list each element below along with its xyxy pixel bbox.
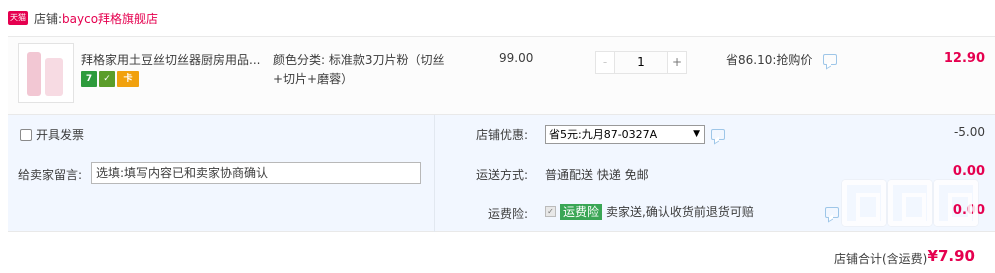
tmall-icon: 天猫 bbox=[8, 11, 28, 25]
invoice-checkbox[interactable] bbox=[20, 128, 32, 141]
quantity-increase-button[interactable]: + bbox=[667, 51, 687, 74]
shipping-label: 运送方式: bbox=[476, 168, 529, 182]
quantity-stepper: - 1 + bbox=[595, 51, 687, 74]
order-item-row: 拜格家用土豆丝切丝器厨房用品... 7 ✓ 卡 颜色分类: 标准款3刀片粉（切丝… bbox=[8, 36, 995, 114]
shipping-method: 普通配送 快递 免邮 bbox=[545, 168, 649, 182]
message-to-seller-input[interactable]: 选填:填写内容已和卖家协商确认 bbox=[91, 162, 421, 184]
invoice-option: 开具发票 bbox=[20, 126, 84, 143]
discount-info: 省86.10:抢购价 bbox=[726, 53, 813, 67]
product-image-part bbox=[45, 58, 63, 96]
insurance-checkbox[interactable]: ✓ bbox=[545, 206, 556, 217]
insurance-tag: 运费险 bbox=[560, 203, 603, 220]
product-title-link[interactable]: 拜格家用土豆丝切丝器厨房用品... bbox=[81, 51, 266, 68]
invoice-label: 开具发票 bbox=[36, 128, 85, 142]
insurance-option: ✓ 运费险 卖家送,确认收货前退货可赔 bbox=[545, 203, 754, 220]
sku-info: 颜色分类: 标准款3刀片粉（切丝+切片+磨蓉） bbox=[273, 51, 458, 89]
quantity-input[interactable]: 1 bbox=[615, 51, 667, 74]
shop-name-link[interactable]: bayco拜格旗舰店 bbox=[62, 10, 158, 27]
product-image-part bbox=[27, 52, 41, 96]
product-thumbnail[interactable] bbox=[18, 43, 74, 103]
insurance-desc: 卖家送,确认收货前退货可赔 bbox=[606, 205, 754, 219]
guarantee-icon[interactable]: ✓ bbox=[99, 71, 115, 87]
item-subtotal: 12.90 bbox=[943, 51, 985, 66]
unit-price: 99.00 bbox=[499, 51, 534, 65]
panel-divider bbox=[434, 115, 435, 233]
shop-label: 店铺: bbox=[34, 11, 63, 26]
order-confirm-page: 天猫 店铺: bayco拜格旗舰店 拜格家用土豆丝切丝器厨房用品... 7 ✓ … bbox=[0, 0, 995, 273]
coupon-label: 店铺优惠: bbox=[476, 128, 529, 142]
watermark-logo bbox=[842, 180, 978, 226]
message-label: 给卖家留言: bbox=[18, 168, 83, 182]
seven-day-return-icon[interactable]: 7 bbox=[81, 71, 97, 87]
coupon-amount: -5.00 bbox=[953, 125, 985, 139]
shop-header: 天猫 店铺: bayco拜格旗舰店 bbox=[0, 0, 995, 36]
quantity-decrease-button[interactable]: - bbox=[595, 51, 615, 74]
shipping-amount: 0.00 bbox=[952, 164, 985, 179]
watermark-glyph bbox=[934, 180, 978, 226]
coupon-select[interactable]: 省5元:九月87-0327A ▼ bbox=[545, 125, 705, 144]
service-badges: 7 ✓ 卡 bbox=[81, 71, 139, 87]
watermark-glyph bbox=[888, 180, 932, 226]
shop-total-value: ¥7.90 bbox=[927, 247, 975, 265]
shop-total-row: 店铺合计(含运费) ¥7.90 bbox=[0, 232, 995, 273]
dropdown-arrow-icon: ▼ bbox=[693, 129, 700, 139]
insurance-label: 运费险: bbox=[488, 207, 529, 221]
coupon-selected-value: 省5元:九月87-0327A bbox=[549, 128, 658, 141]
chat-icon[interactable] bbox=[825, 207, 839, 218]
watermark-glyph bbox=[842, 180, 886, 226]
chat-icon[interactable] bbox=[711, 129, 725, 140]
sku-label: 颜色分类: bbox=[273, 53, 326, 67]
credit-card-icon[interactable]: 卡 bbox=[117, 71, 139, 87]
shop-total-label: 店铺合计(含运费) bbox=[834, 252, 928, 266]
chat-icon[interactable] bbox=[823, 54, 837, 65]
